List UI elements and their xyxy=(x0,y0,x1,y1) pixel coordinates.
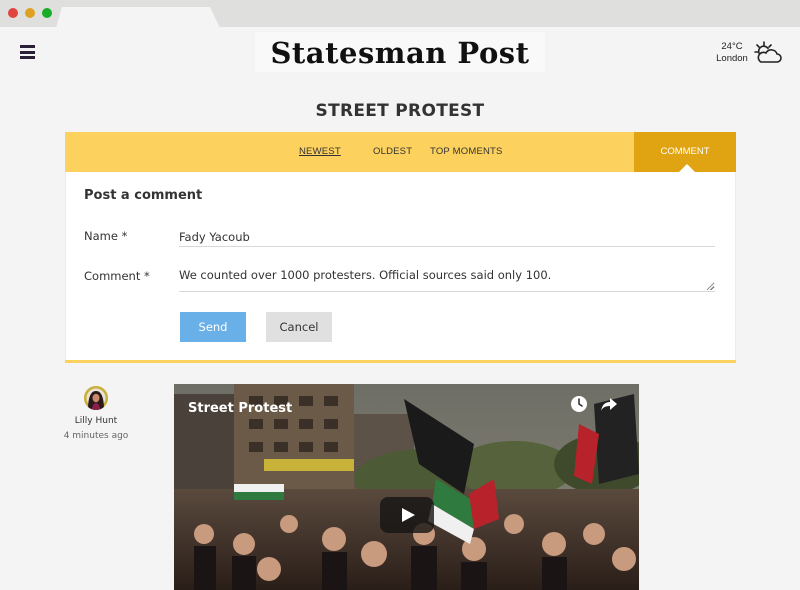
tab-newest[interactable]: NEWEST xyxy=(299,146,341,157)
page-title: STREET PROTEST xyxy=(315,101,485,121)
avatar[interactable] xyxy=(84,386,108,410)
comment-form: Post a comment Name * Comment * We count… xyxy=(65,172,736,360)
maximize-window-button[interactable] xyxy=(42,8,52,18)
browser-chrome xyxy=(0,0,800,28)
tab-oldest[interactable]: OLDEST xyxy=(373,146,412,157)
watch-later-icon[interactable] xyxy=(570,395,588,413)
video-player[interactable]: Street Protest xyxy=(174,384,639,590)
close-window-button[interactable] xyxy=(8,8,18,18)
form-divider xyxy=(65,360,736,363)
weather-temperature: 24°C xyxy=(721,41,743,52)
site-header: Statesman Post 24°C London xyxy=(0,27,800,80)
comment-timestamp: 4 minutes ago xyxy=(63,431,129,441)
minimize-window-button[interactable] xyxy=(25,8,35,18)
weather-widget: 24°C London xyxy=(706,41,758,65)
site-logo[interactable]: Statesman Post xyxy=(255,36,545,70)
browser-tab[interactable] xyxy=(56,7,220,28)
tab-top-moments[interactable]: TOP MOMENTS xyxy=(430,146,503,157)
play-button[interactable] xyxy=(380,497,434,533)
weather-city: London xyxy=(716,53,748,64)
form-title: Post a comment xyxy=(84,188,203,203)
name-field[interactable] xyxy=(179,228,715,247)
send-button[interactable]: Send xyxy=(180,312,246,342)
video-title: Street Protest xyxy=(188,401,293,416)
menu-icon[interactable] xyxy=(20,45,35,59)
comment-author[interactable]: Lilly Hunt xyxy=(56,416,136,426)
resize-handle-icon[interactable] xyxy=(706,282,714,290)
share-icon[interactable] xyxy=(600,396,618,412)
partly-cloudy-icon xyxy=(754,41,782,63)
comment-label: Comment * xyxy=(84,269,150,283)
comment-field[interactable]: We counted over 1000 protesters. Officia… xyxy=(179,268,715,292)
name-label: Name * xyxy=(84,229,128,243)
cancel-button[interactable]: Cancel xyxy=(266,312,332,342)
active-caret xyxy=(679,164,695,172)
comment-nav: NEWEST OLDEST TOP MOMENTS COMMENT xyxy=(65,132,736,172)
logo-panel: Statesman Post xyxy=(255,32,545,72)
